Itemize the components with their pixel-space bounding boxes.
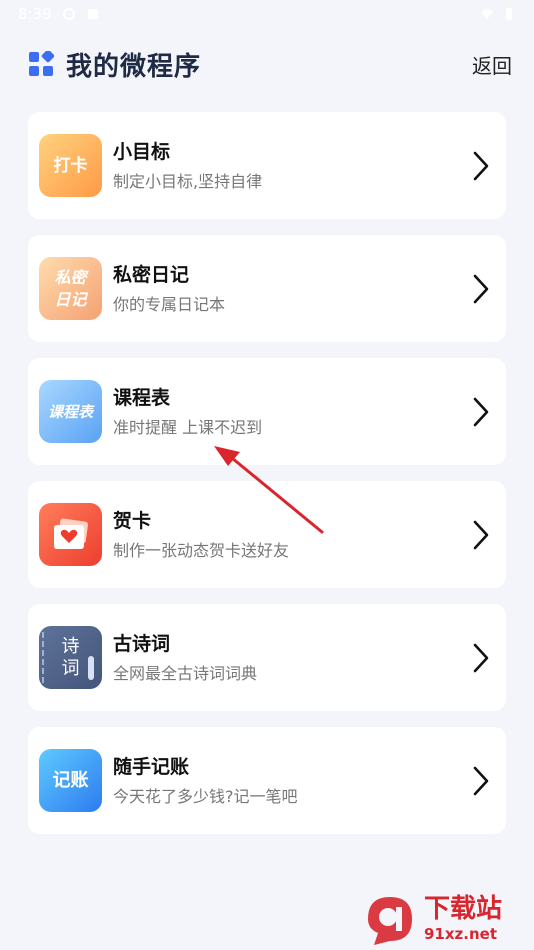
poetry-book-icon: 诗词 bbox=[39, 626, 102, 689]
list-item-private-diary[interactable]: 私密日记 私密日记 你的专属日记本 bbox=[28, 235, 506, 342]
app-subtitle: 制作一张动态贺卡送好友 bbox=[113, 540, 290, 560]
brush-icon bbox=[88, 656, 94, 680]
chevron-right-icon bbox=[473, 766, 489, 795]
battery-icon bbox=[506, 8, 512, 20]
watermark: 下载站 91xz.net bbox=[360, 888, 534, 950]
watermark-text: 下载站 bbox=[424, 894, 503, 924]
heart-card-icon bbox=[53, 518, 88, 549]
book-binding bbox=[42, 632, 45, 683]
status-bar: 8:39 bbox=[0, 0, 534, 28]
app-subtitle: 准时提醒 上课不迟到 bbox=[113, 417, 263, 437]
app-title: 古诗词 bbox=[113, 632, 171, 655]
list-item-poetry[interactable]: 诗词 古诗词 全网最全古诗词词典 bbox=[28, 604, 506, 711]
back-button[interactable]: 返回 bbox=[472, 50, 512, 79]
status-time: 8:39 bbox=[18, 5, 52, 23]
chevron-right-icon bbox=[473, 274, 489, 303]
list-item-small-goal[interactable]: 打卡 小目标 制定小目标,坚持自律 bbox=[28, 112, 506, 219]
diary-icon: 私密日记 bbox=[39, 257, 102, 320]
punch-card-icon: 打卡 bbox=[39, 134, 102, 197]
wifi-icon bbox=[481, 9, 493, 19]
list-item-greeting-card[interactable]: 贺卡 制作一张动态贺卡送好友 bbox=[28, 481, 506, 588]
app-subtitle: 今天花了多少钱?记一笔吧 bbox=[113, 786, 298, 806]
app-header: 我的微程序 返回 bbox=[0, 40, 534, 88]
app-title: 小目标 bbox=[113, 140, 171, 163]
chevron-right-icon bbox=[473, 643, 489, 672]
app-subtitle: 你的专属日记本 bbox=[113, 294, 226, 314]
app-title: 贺卡 bbox=[113, 509, 152, 532]
mini-program-list: 打卡 小目标 制定小目标,坚持自律 私密日记 私密日记 你的专属日记本 课程表 … bbox=[28, 112, 506, 850]
watermark-logo bbox=[368, 897, 412, 945]
greeting-card-icon bbox=[39, 503, 102, 566]
chevron-right-icon bbox=[473, 151, 489, 180]
notification-status-icon bbox=[87, 9, 98, 19]
settings-status-icon bbox=[62, 8, 75, 20]
app-subtitle: 制定小目标,坚持自律 bbox=[113, 171, 263, 191]
grid-apps-icon bbox=[29, 51, 54, 76]
app-title: 随手记账 bbox=[113, 755, 190, 778]
app-icon-text: 打卡 bbox=[53, 155, 88, 176]
app-icon-text: 课程表 bbox=[47, 402, 93, 421]
app-title: 课程表 bbox=[113, 386, 171, 409]
page-title: 我的微程序 bbox=[66, 51, 202, 82]
list-item-bookkeeping[interactable]: 记账 随手记账 今天花了多少钱?记一笔吧 bbox=[28, 727, 506, 834]
chevron-right-icon bbox=[473, 397, 489, 426]
watermark-url: 91xz.net bbox=[424, 925, 498, 943]
app-icon-text: 诗词 bbox=[61, 635, 80, 679]
schedule-icon: 课程表 bbox=[39, 380, 102, 443]
app-subtitle: 全网最全古诗词词典 bbox=[113, 663, 258, 683]
app-icon-text: 记账 bbox=[52, 769, 89, 791]
bookkeeping-icon: 记账 bbox=[39, 749, 102, 812]
app-title: 私密日记 bbox=[113, 263, 190, 286]
app-icon-text: 私密日记 bbox=[54, 267, 87, 309]
list-item-schedule[interactable]: 课程表 课程表 准时提醒 上课不迟到 bbox=[28, 358, 506, 465]
chevron-right-icon bbox=[473, 520, 489, 549]
